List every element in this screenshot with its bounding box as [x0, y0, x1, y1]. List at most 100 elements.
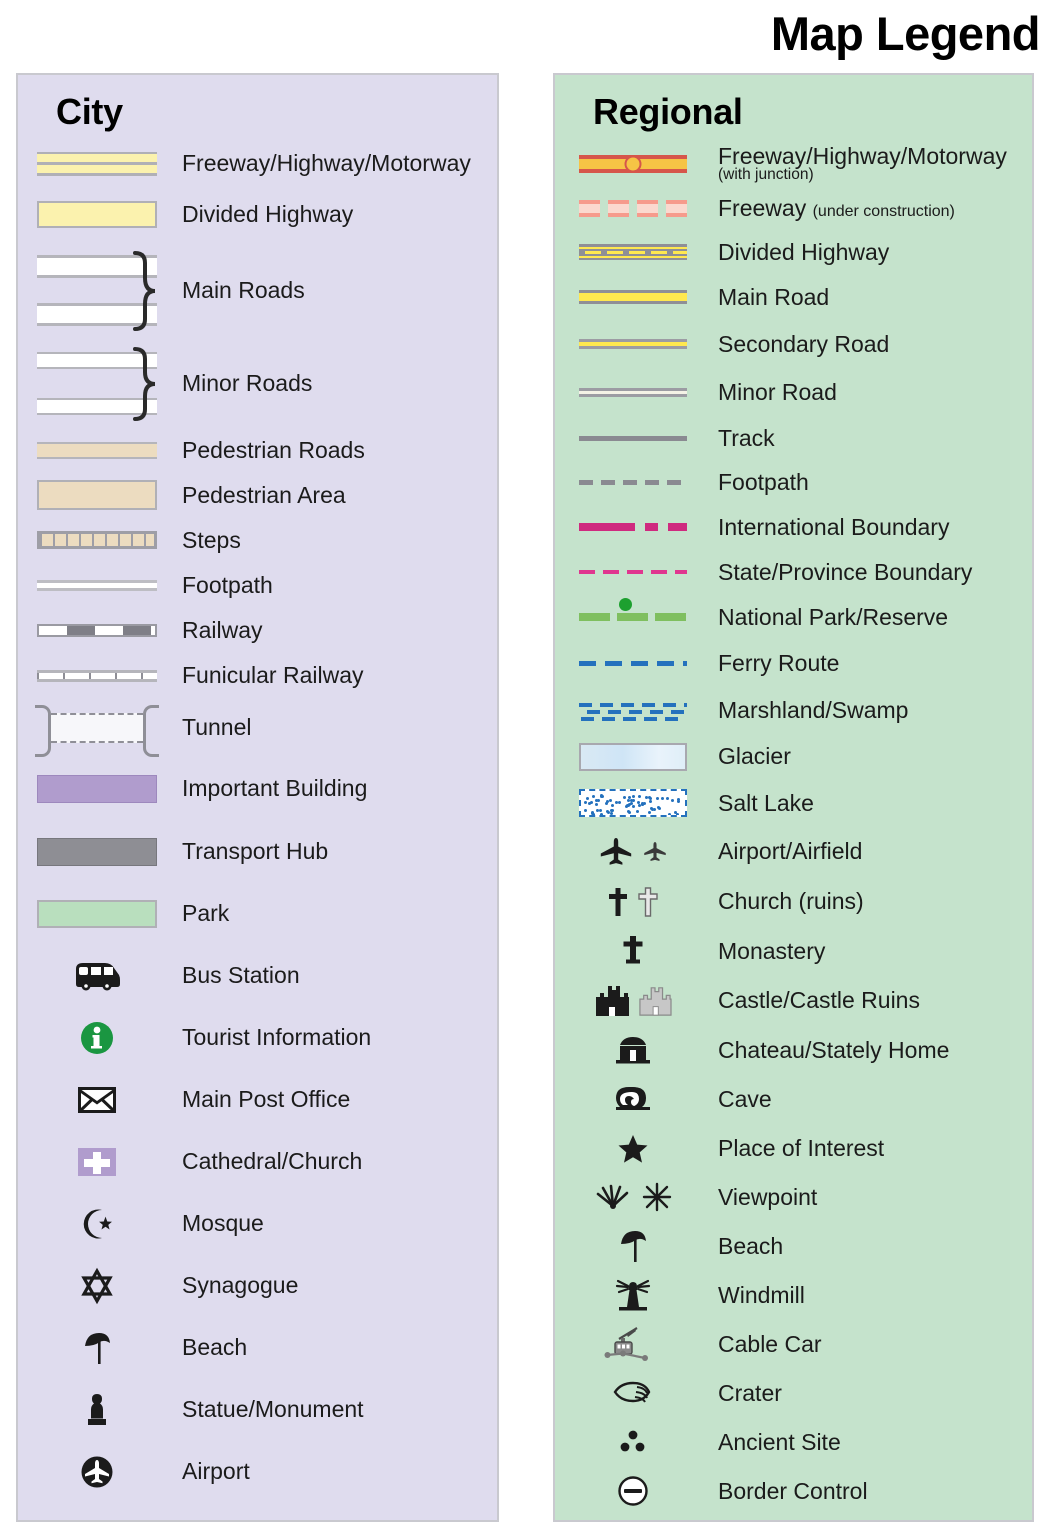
star-of-david-icon: [18, 1267, 176, 1305]
monastery-cross-icon: [555, 935, 710, 967]
viewpoint-half-icon: [596, 1184, 628, 1210]
map-legend-page: Map Legend City Freeway/Highway/Motorway…: [0, 0, 1050, 1533]
airplane-large-icon: [600, 837, 631, 865]
list-item: Steps: [18, 518, 497, 563]
minor-road-line-icon: [555, 388, 710, 398]
freeway-junction-line-icon: [555, 154, 710, 173]
list-item-label: Footpath: [718, 469, 809, 496]
list-item-label: Place of Interest: [718, 1134, 885, 1161]
list-item-label: Main Post Office: [182, 1086, 351, 1113]
airplane-small-icon: [643, 841, 666, 861]
list-item-label: International Boundary: [718, 513, 950, 540]
list-item-label: Airport/Airfield: [718, 838, 863, 865]
list-item-label: Salt Lake: [718, 789, 814, 816]
curly-brace-icon: [132, 250, 158, 331]
list-item-label: Marshland/Swamp: [718, 696, 909, 723]
tunnel-icon: [18, 704, 176, 757]
list-item: Salt Lake: [555, 780, 1032, 827]
list-item: Monastery: [555, 927, 1032, 976]
pedestrian-area-block-icon: [18, 480, 176, 511]
list-item-label: Cave: [718, 1085, 772, 1112]
list-item: Track: [555, 417, 1032, 461]
list-item-label: Freeway/Highway/Motorway: [182, 150, 471, 177]
list-item: Freeway (under construction): [555, 187, 1032, 230]
list-item-label: Main Road: [718, 283, 830, 310]
list-item: Secondary Road: [555, 320, 1032, 369]
city-panel-heading: City: [56, 91, 123, 132]
regional-panel-heading: Regional: [593, 91, 743, 132]
glacier-block-icon: [555, 742, 710, 771]
list-item-label: Park: [182, 900, 230, 927]
list-item-label: Track: [718, 425, 775, 452]
list-item-label: Synagogue: [182, 1272, 299, 1299]
statue-icon: [18, 1393, 176, 1427]
list-item: Beach: [555, 1222, 1032, 1271]
list-item-label: Tunnel: [182, 714, 252, 741]
list-item: State/Province Boundary: [555, 550, 1032, 595]
track-line-icon: [555, 436, 710, 442]
list-item: Ancient Site: [555, 1418, 1032, 1467]
envelope-icon: [18, 1086, 176, 1113]
list-item: Viewpoint: [555, 1173, 1032, 1222]
city-legend-panel: City Freeway/Highway/Motorway Divided Hi…: [16, 73, 499, 1522]
list-item-label: Bus Station: [182, 962, 300, 989]
international-boundary-line-icon: [555, 523, 710, 532]
state-boundary-line-icon: [555, 570, 710, 575]
crescent-star-icon: [18, 1207, 176, 1241]
list-item-label: Church (ruins): [718, 888, 864, 915]
list-item: Main Post Office: [18, 1069, 497, 1131]
list-item: Airport: [18, 1441, 497, 1503]
list-item-label: Beach: [718, 1232, 784, 1259]
list-item: Footpath: [18, 563, 497, 608]
list-item: Main Road: [555, 275, 1032, 320]
list-item: Windmill: [555, 1271, 1032, 1320]
list-item: International Boundary: [555, 505, 1032, 550]
list-item-label: Freeway/Highway/Motorway (with junction): [718, 145, 1007, 183]
list-item: Airport/Airfield: [555, 827, 1032, 877]
list-item: Cathedral/Church: [18, 1131, 497, 1193]
list-item-label: Crater: [718, 1379, 782, 1406]
list-item: Park: [18, 883, 497, 945]
cave-icon: [555, 1085, 710, 1113]
castle-ruins-icon: [638, 987, 672, 1016]
list-item: Transport Hub: [18, 821, 497, 883]
list-item: Main Roads: [18, 242, 497, 340]
divided-highway-band-icon: [18, 200, 176, 228]
list-item-label: National Park/Reserve: [718, 603, 949, 630]
list-item: Funicular Railway: [18, 653, 497, 699]
white-road-pair-icon: [18, 242, 176, 340]
list-item: Synagogue: [18, 1255, 497, 1317]
list-item: Church (ruins): [555, 877, 1032, 927]
list-item: Bus Station: [18, 945, 497, 1007]
list-item: Place of Interest: [555, 1124, 1032, 1173]
list-item-label: Transport Hub: [182, 838, 329, 865]
regional-legend-rows: Freeway/Highway/Motorway (with junction)…: [555, 141, 1032, 1516]
list-item-label: Windmill: [718, 1281, 805, 1308]
white-road-thin-pair-icon: [18, 340, 176, 428]
list-item: Tourist Information: [18, 1007, 497, 1069]
list-item-label: Tourist Information: [182, 1024, 372, 1051]
list-item: Minor Road: [555, 369, 1032, 417]
list-item-label: Ancient Site: [718, 1428, 841, 1455]
list-item-label: Glacier: [718, 743, 791, 770]
airplane-circle-icon: [18, 1454, 176, 1490]
parasol-icon: [555, 1229, 710, 1263]
list-item-label: Divided Highway: [718, 238, 890, 265]
list-item-label: Cable Car: [718, 1330, 822, 1357]
list-item: Glacier: [555, 734, 1032, 780]
list-item-label: State/Province Boundary: [718, 558, 973, 585]
important-building-swatch-icon: [18, 774, 176, 803]
marshland-pattern-icon: [555, 697, 710, 723]
airplane-pair-icon: [555, 837, 710, 867]
list-item-label: Railway: [182, 616, 263, 643]
list-item-label: Important Building: [182, 775, 368, 802]
viewpoint-pair-icon: [555, 1182, 710, 1212]
border-control-icon: [555, 1475, 710, 1507]
list-item-label: Border Control: [718, 1477, 868, 1504]
list-item: Freeway/Highway/Motorway: [18, 141, 497, 187]
list-item: Important Building: [18, 757, 497, 821]
ancient-site-dots-icon: [555, 1429, 710, 1455]
national-park-line-icon: [555, 598, 710, 622]
park-swatch-icon: [18, 899, 176, 928]
information-circle-icon: [18, 1020, 176, 1056]
